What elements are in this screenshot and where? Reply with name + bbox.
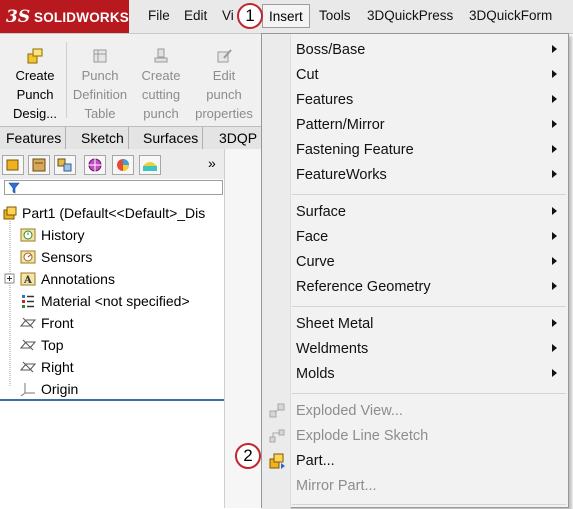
- submenu-arrow-icon: [552, 344, 557, 352]
- menu-item-part[interactable]: Part...: [296, 453, 335, 469]
- tab-3dqp[interactable]: 3DQP: [215, 127, 261, 149]
- tab-surfaces[interactable]: Surfaces: [139, 127, 204, 149]
- submenu-arrow-icon: [552, 319, 557, 327]
- cutting-punch-icon: [154, 48, 168, 63]
- tree-item-label: Annotations: [41, 271, 115, 287]
- menu-item-mirror-part[interactable]: Mirror Part...: [296, 478, 377, 494]
- menu-separator: [292, 504, 566, 505]
- menu-edit[interactable]: Edit: [184, 8, 207, 23]
- menu-file[interactable]: File: [148, 8, 170, 23]
- feature-manager: » Part1 (Default<<Default>_Dis History S…: [0, 149, 224, 508]
- menu-item-boss-base[interactable]: Boss/Base: [296, 42, 365, 58]
- material-icon: [22, 295, 34, 308]
- menu-item-featureworks[interactable]: FeatureWorks: [296, 167, 387, 183]
- exploded-view-icon: [269, 403, 285, 418]
- submenu-arrow-icon: [552, 70, 557, 78]
- menu-item-molds[interactable]: Molds: [296, 366, 335, 382]
- menu-item-curve[interactable]: Curve: [296, 254, 335, 270]
- submenu-arrow-icon: [552, 45, 557, 53]
- menu-item-exploded-view[interactable]: Exploded View...: [296, 403, 403, 419]
- insert-menu-dropdown: Boss/Base Cut Features Pattern/Mirror Fa…: [261, 33, 569, 509]
- menu-item-cut[interactable]: Cut: [296, 67, 319, 83]
- cmd-line: Punch: [81, 68, 119, 83]
- cmd-line: Create: [15, 68, 55, 83]
- submenu-arrow-icon: [552, 207, 557, 215]
- submenu-arrow-icon: [552, 232, 557, 240]
- menu-separator: [292, 393, 566, 394]
- tree-item-label: Top: [41, 337, 64, 353]
- menu-item-weldments[interactable]: Weldments: [296, 341, 368, 357]
- cmd-line: Edit: [212, 68, 236, 83]
- solidworks-logo[interactable]: 3S SOLIDWORKS: [0, 0, 129, 33]
- command-tabs: Features Sketch Surfaces 3DQP: [0, 126, 263, 150]
- tree-item-label: Right: [41, 359, 74, 375]
- menu-item-pattern-mirror[interactable]: Pattern/Mirror: [296, 117, 385, 133]
- cmd-line: punch: [143, 106, 179, 121]
- plane-icon: [20, 317, 36, 329]
- ds-logo-mark: 3S: [6, 7, 31, 27]
- menu-item-surface[interactable]: Surface: [296, 204, 346, 220]
- menu-3dquickform[interactable]: 3DQuickForm: [469, 8, 552, 23]
- cmd-line: punch: [206, 87, 242, 102]
- explode-line-icon: [269, 429, 285, 443]
- punch-table-icon: [93, 49, 107, 63]
- command-separator: [66, 42, 67, 118]
- create-punch-icon: [27, 48, 43, 64]
- cmd-line: properties: [195, 106, 253, 121]
- menu-item-reference-geometry[interactable]: Reference Geometry: [296, 279, 431, 295]
- menu-item-face[interactable]: Face: [296, 229, 328, 245]
- callout-1: 1: [237, 3, 263, 29]
- menu-tools[interactable]: Tools: [319, 8, 351, 23]
- menu-item-features[interactable]: Features: [296, 92, 353, 108]
- tab-sketch[interactable]: Sketch: [77, 127, 129, 149]
- tree-item-label: Material <not specified>: [41, 293, 190, 309]
- cmd-line: Table: [84, 106, 116, 121]
- menu-view[interactable]: Vi: [222, 8, 234, 23]
- cmd-line: cutting: [141, 87, 181, 102]
- menu-item-explode-line-sketch[interactable]: Explode Line Sketch: [296, 428, 428, 444]
- menu-item-sheet-metal[interactable]: Sheet Metal: [296, 316, 373, 332]
- sensors-icon: [20, 250, 36, 264]
- edit-punch-icon: [217, 49, 232, 63]
- menu-insert[interactable]: Insert: [262, 4, 310, 28]
- tree-item-label: History: [41, 227, 85, 243]
- svg-text:A: A: [23, 275, 32, 286]
- tree-item-label: Front: [41, 315, 74, 331]
- logo-text: SOLIDWORKS: [34, 10, 129, 25]
- origin-icon: [20, 383, 35, 397]
- menu-separator: [292, 306, 566, 307]
- punch-definition-table-button[interactable]: Punch Definition Table: [69, 34, 131, 126]
- cmd-line: Desig...: [12, 106, 58, 121]
- cmd-line: Create: [141, 68, 181, 83]
- command-manager: Create Punch Desig... Punch Definition T…: [0, 34, 263, 126]
- cmd-line: Punch: [16, 87, 54, 102]
- menu-3dquickpress[interactable]: 3DQuickPress: [367, 8, 453, 23]
- submenu-arrow-icon: [552, 369, 557, 377]
- create-punch-design-button[interactable]: Create Punch Desig...: [4, 34, 66, 126]
- submenu-arrow-icon: [552, 120, 557, 128]
- submenu-arrow-icon: [552, 170, 557, 178]
- plane-icon: [20, 361, 36, 373]
- menu-insert-label: Insert: [269, 9, 303, 24]
- history-icon: [20, 228, 36, 242]
- cmd-line: Definition: [72, 87, 128, 102]
- create-cutting-punch-button[interactable]: Create cutting punch: [130, 34, 192, 126]
- menu-bar: 3S SOLIDWORKS File Edit Vi Insert Tools …: [0, 0, 573, 34]
- submenu-arrow-icon: [552, 95, 557, 103]
- callout-2: 2: [235, 443, 261, 469]
- tab-features[interactable]: Features: [2, 127, 67, 149]
- edit-punch-properties-button[interactable]: Edit punch properties: [193, 34, 255, 126]
- insert-part-icon: [269, 453, 285, 469]
- panel-divider: [0, 399, 224, 401]
- menu-separator: [292, 194, 566, 195]
- annotations-icon: A: [20, 272, 36, 286]
- submenu-arrow-icon: [552, 257, 557, 265]
- menu-item-fastening-feature[interactable]: Fastening Feature: [296, 142, 414, 158]
- submenu-arrow-icon: [552, 282, 557, 290]
- submenu-arrow-icon: [552, 145, 557, 153]
- tree-item-label: Origin: [41, 381, 79, 397]
- tree-item-label: Sensors: [41, 249, 93, 265]
- plane-icon: [20, 339, 36, 351]
